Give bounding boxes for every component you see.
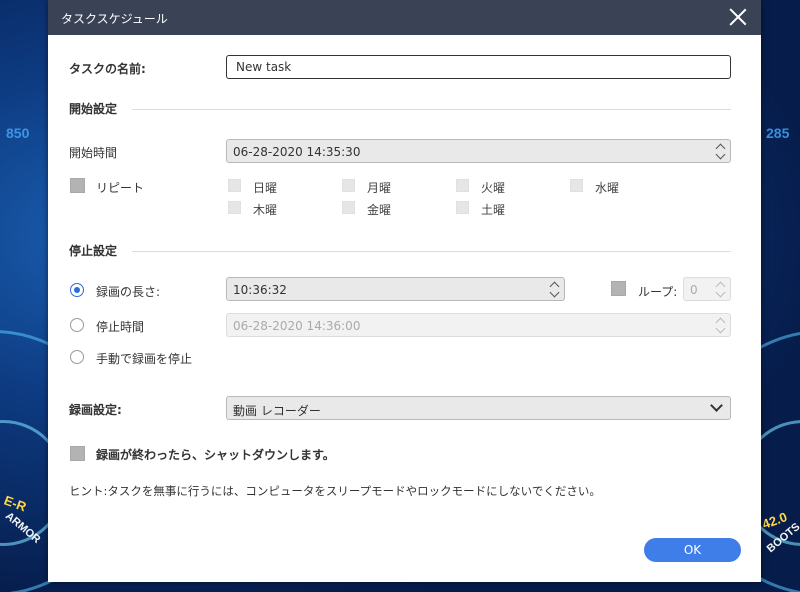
dialog-title: タスクスケジュール bbox=[61, 12, 168, 26]
background-number: 850 bbox=[6, 125, 30, 141]
recording-settings-select[interactable]: 動画 レコーダー bbox=[226, 396, 731, 420]
spin-arrows-icon[interactable] bbox=[549, 279, 560, 299]
day-label-monday: 月曜 bbox=[367, 181, 392, 195]
recording-settings-value: 動画 レコーダー bbox=[233, 404, 321, 418]
stop-time-option-label: 停止時間 bbox=[96, 320, 145, 334]
day-label-thursday: 木曜 bbox=[253, 203, 278, 217]
repeat-label: リピート bbox=[96, 181, 145, 195]
recording-settings-label: 録画設定: bbox=[69, 403, 122, 417]
start-time-value: 06-28-2020 14:35:30 bbox=[233, 145, 361, 159]
shutdown-label: 録画が終わったら、シャットダウンします。 bbox=[96, 448, 335, 462]
duration-option-label: 録画の長さ: bbox=[96, 285, 161, 299]
day-checkbox-sunday[interactable] bbox=[228, 179, 241, 192]
start-time-label: 開始時間 bbox=[69, 146, 118, 160]
start-section-title: 開始設定 bbox=[69, 102, 118, 116]
duration-value: 10:36:32 bbox=[233, 283, 287, 297]
radio-duration[interactable] bbox=[70, 283, 84, 297]
start-time-spinbox[interactable]: 06-28-2020 14:35:30 bbox=[226, 139, 731, 163]
stop-time-spinbox[interactable]: 06-28-2020 14:36:00 bbox=[226, 313, 731, 337]
spin-arrows-icon[interactable] bbox=[715, 141, 726, 161]
close-icon[interactable] bbox=[729, 8, 747, 26]
hint-text: ヒント:タスクを無事に行うには、コンピュータをスリープモードやロックモードにしな… bbox=[69, 484, 601, 498]
ok-button[interactable]: OK bbox=[644, 538, 741, 562]
spin-arrows-icon[interactable] bbox=[715, 315, 726, 335]
loop-spinbox[interactable]: 0 bbox=[683, 277, 731, 301]
day-label-friday: 金曜 bbox=[367, 203, 392, 217]
radio-manual-stop[interactable] bbox=[70, 350, 84, 364]
day-checkbox-wednesday[interactable] bbox=[570, 179, 583, 192]
background-number: 285 bbox=[766, 125, 790, 141]
day-label-tuesday: 火曜 bbox=[481, 181, 506, 195]
stop-time-value: 06-28-2020 14:36:00 bbox=[233, 319, 361, 333]
stop-section-title: 停止設定 bbox=[69, 244, 118, 258]
day-checkbox-thursday[interactable] bbox=[228, 201, 241, 214]
radio-stop-time[interactable] bbox=[70, 318, 84, 332]
task-name-label: タスクの名前: bbox=[69, 62, 146, 76]
day-checkbox-saturday[interactable] bbox=[456, 201, 469, 214]
day-label-saturday: 土曜 bbox=[481, 203, 506, 217]
day-label-wednesday: 水曜 bbox=[595, 181, 620, 195]
loop-value: 0 bbox=[690, 283, 698, 297]
dialog-titlebar: タスクスケジュール bbox=[48, 0, 761, 35]
spin-arrows-icon[interactable] bbox=[715, 279, 726, 299]
chevron-down-icon bbox=[710, 399, 723, 412]
section-divider bbox=[132, 109, 731, 110]
day-checkbox-monday[interactable] bbox=[342, 179, 355, 192]
repeat-checkbox[interactable] bbox=[70, 178, 85, 193]
manual-stop-option-label: 手動で録画を停止 bbox=[96, 352, 193, 366]
duration-spinbox[interactable]: 10:36:32 bbox=[226, 277, 565, 301]
day-checkbox-friday[interactable] bbox=[342, 201, 355, 214]
shutdown-checkbox[interactable] bbox=[70, 446, 85, 461]
task-schedule-dialog: タスクスケジュール タスクの名前: 開始設定 開始時間 06-28-2020 1… bbox=[48, 0, 761, 582]
task-name-input[interactable] bbox=[226, 55, 731, 79]
day-checkbox-tuesday[interactable] bbox=[456, 179, 469, 192]
loop-checkbox[interactable] bbox=[611, 281, 626, 296]
day-label-sunday: 日曜 bbox=[253, 181, 278, 195]
loop-label: ループ: bbox=[638, 285, 678, 299]
section-divider bbox=[132, 251, 731, 252]
